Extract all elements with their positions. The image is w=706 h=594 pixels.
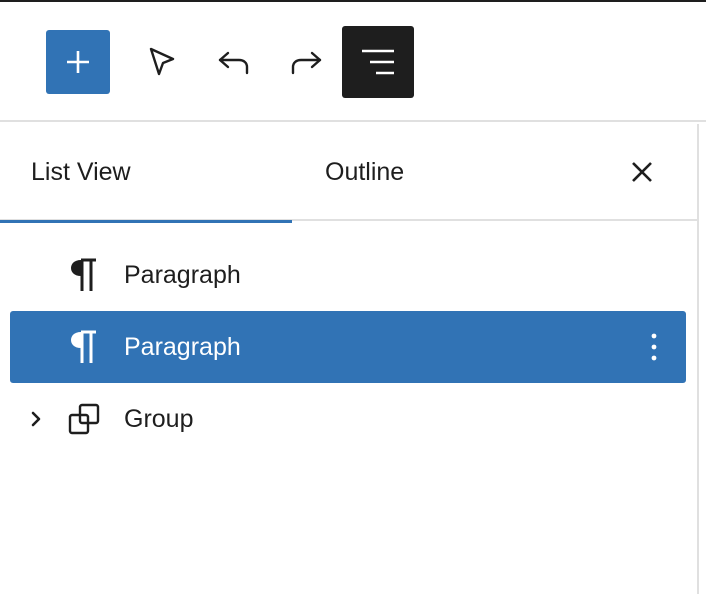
list-item-group[interactable]: Group: [10, 383, 686, 455]
list-item-label: Paragraph: [124, 260, 241, 289]
cursor-arrow-icon: [149, 47, 175, 76]
chevron-right-icon: [31, 411, 41, 427]
paragraph-icon: [64, 257, 104, 293]
tab-outline-label: Outline: [325, 158, 405, 186]
select-tool-button[interactable]: [130, 30, 194, 94]
list-item-paragraph[interactable]: Paragraph: [10, 239, 686, 311]
paragraph-icon: [64, 329, 104, 365]
tab-outline[interactable]: Outline: [292, 124, 452, 221]
redo-button[interactable]: [274, 30, 338, 94]
undo-button[interactable]: [202, 30, 266, 94]
list-view-icon: [362, 49, 394, 75]
tab-list-view-label: List View: [31, 158, 131, 186]
panel-tabs: List View Outline: [0, 124, 697, 223]
more-vertical-icon: [651, 333, 657, 361]
active-tab-indicator: [0, 220, 292, 223]
list-item-label: Paragraph: [124, 332, 241, 361]
redo-icon: [291, 51, 322, 75]
editor-toolbar: [0, 2, 706, 122]
block-options-button[interactable]: [636, 327, 672, 367]
add-block-button[interactable]: [46, 30, 110, 94]
list-item-label: Group: [124, 404, 194, 433]
close-icon: [632, 162, 652, 182]
undo-icon: [218, 51, 249, 75]
expand-toggle[interactable]: [24, 407, 48, 431]
tab-list-view[interactable]: List View: [0, 124, 292, 223]
list-view-panel: List View Outline Paragraph Paragraph Gr…: [0, 124, 699, 594]
close-panel-button[interactable]: [618, 148, 666, 196]
plus-icon: [67, 51, 89, 73]
list-item-paragraph-selected[interactable]: Paragraph: [10, 311, 686, 383]
document-overview-button[interactable]: [342, 26, 414, 98]
group-icon: [64, 401, 104, 437]
